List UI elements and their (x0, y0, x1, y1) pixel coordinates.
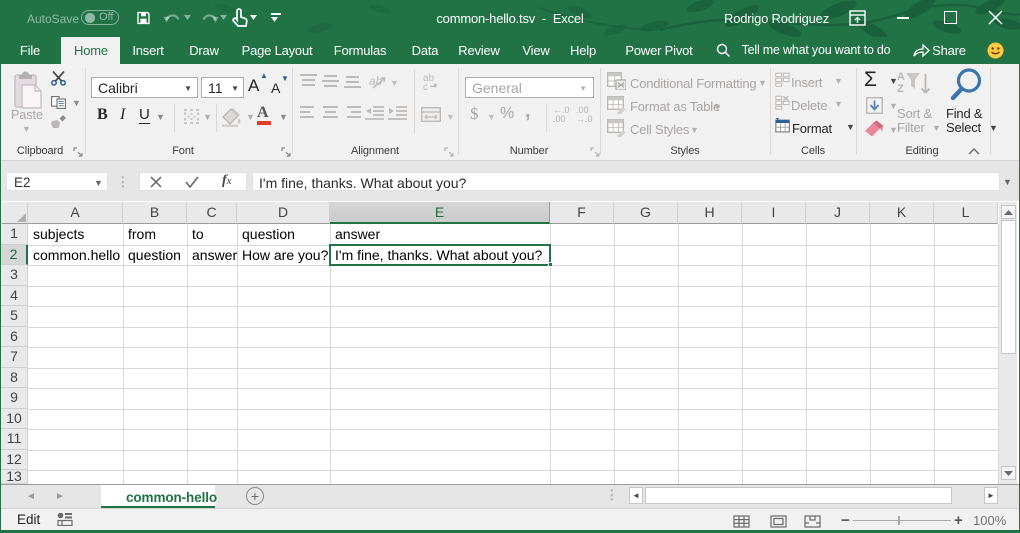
svg-text:c: c (423, 82, 428, 91)
